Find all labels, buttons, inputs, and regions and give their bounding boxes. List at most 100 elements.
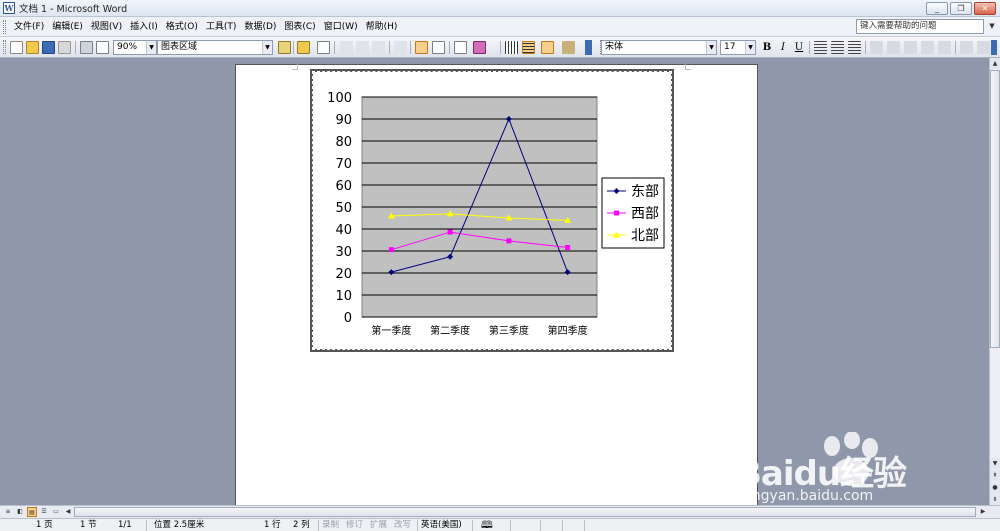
data-point-marker	[447, 229, 453, 235]
scroll-right-icon[interactable]: ▶	[978, 507, 988, 517]
menu-insert[interactable]: 插入(I)	[126, 19, 162, 35]
legend-button[interactable]	[540, 40, 555, 55]
chevron-down-icon[interactable]: ▼	[706, 41, 716, 54]
value-axis-gridlines-button[interactable]	[521, 40, 536, 55]
toolbar-separator	[75, 41, 76, 54]
copy-button[interactable]	[355, 40, 370, 55]
toolbar-separator	[410, 41, 411, 54]
percent-style-button[interactable]	[886, 40, 901, 55]
menu-tools[interactable]: 工具(T)	[202, 19, 241, 35]
print-button[interactable]	[79, 40, 94, 55]
category-axis-gridlines-button[interactable]	[504, 40, 519, 55]
toolbar-options-button[interactable]	[585, 40, 594, 55]
save-button[interactable]	[41, 40, 56, 55]
data-table-button[interactable]	[453, 40, 468, 55]
menu-edit[interactable]: 编辑(E)	[48, 19, 87, 35]
scroll-left-icon[interactable]: ◀	[63, 507, 73, 517]
zoom-select[interactable]: 90% ▼	[113, 40, 157, 55]
reading-layout-view-icon[interactable]: ▭	[51, 507, 61, 517]
comma-style-button[interactable]	[903, 40, 918, 55]
chart-type-button[interactable]	[472, 40, 498, 55]
more-buttons-button[interactable]	[991, 40, 999, 55]
menu-format[interactable]: 格式(O)	[162, 19, 202, 35]
datasheet-button[interactable]	[316, 40, 331, 55]
print-preview-button[interactable]	[95, 40, 110, 55]
font-size-select[interactable]: 17 ▼	[720, 40, 756, 55]
status-ext[interactable]: 扩展	[370, 520, 387, 531]
legend-label: 东部	[631, 184, 659, 200]
scroll-down-icon[interactable]: ▼	[990, 458, 1000, 469]
y-tick-label: 10	[335, 289, 352, 304]
menu-view[interactable]: 视图(V)	[87, 19, 126, 35]
status-separator	[540, 520, 541, 531]
close-button[interactable]: ✕	[974, 2, 996, 15]
vertical-scrollbar[interactable]: ▲ ▼ ⇞ ● ⇟	[989, 58, 1000, 505]
cut-button[interactable]	[339, 40, 354, 55]
decrease-decimal-button[interactable]	[937, 40, 952, 55]
previous-page-icon[interactable]: ⇞	[990, 470, 1000, 481]
toolbar-separator	[449, 41, 450, 54]
vertical-scroll-thumb[interactable]	[990, 70, 1000, 348]
align-right-button[interactable]	[847, 40, 862, 55]
by-row-button[interactable]	[414, 40, 429, 55]
menu-window[interactable]: 窗口(W)	[320, 19, 362, 35]
increase-decimal-button[interactable]	[920, 40, 935, 55]
status-language[interactable]: 英语(美国)	[421, 520, 462, 531]
restore-button[interactable]: ❐	[950, 2, 972, 15]
y-tick-label: 40	[335, 223, 352, 238]
horizontal-scroll-thumb[interactable]	[74, 507, 976, 517]
currency-icon	[870, 41, 883, 54]
italic-button[interactable]: I	[776, 40, 790, 55]
status-rec[interactable]: 录制	[322, 520, 339, 531]
angle-text-up-button[interactable]	[976, 40, 991, 55]
print-layout-view-icon[interactable]: ▤	[27, 507, 37, 517]
outline-view-icon[interactable]: ☰	[39, 507, 49, 517]
align-left-button[interactable]	[813, 40, 828, 55]
line-chart[interactable]: 0102030405060708090100 第一季度 第二季度 第三季度 第四季度 …	[313, 72, 671, 349]
status-ovr[interactable]: 改写	[394, 520, 411, 531]
toolbar-grip[interactable]	[3, 40, 6, 54]
spelling-check-icon[interactable]: 🕮	[481, 520, 493, 531]
web-layout-view-icon[interactable]: ◧	[15, 507, 25, 517]
menu-file[interactable]: 文件(F)	[10, 19, 48, 35]
import-file-button[interactable]	[296, 40, 311, 55]
chart-objects-select[interactable]: 图表区域 ▼	[157, 40, 273, 55]
bold-button[interactable]: B	[760, 40, 774, 55]
font-size-value: 17	[724, 42, 736, 52]
menubar-grip[interactable]	[3, 19, 6, 34]
vertical-gridlines-icon	[505, 41, 518, 54]
normal-view-icon[interactable]: ≡	[3, 507, 13, 517]
by-column-button[interactable]	[431, 40, 446, 55]
currency-style-button[interactable]	[869, 40, 884, 55]
toolbar-separator	[334, 41, 335, 54]
font-name-select[interactable]: 宋体 ▼	[601, 40, 717, 55]
minimize-button[interactable]: _	[926, 2, 948, 15]
help-dropdown-icon[interactable]: ▼	[987, 20, 997, 32]
angle-text-button[interactable]	[959, 40, 974, 55]
chevron-down-icon[interactable]: ▼	[262, 41, 272, 54]
undo-button[interactable]	[393, 40, 408, 55]
open-button[interactable]	[25, 40, 40, 55]
status-trk[interactable]: 修订	[346, 520, 363, 531]
chevron-down-icon[interactable]: ▼	[745, 41, 755, 54]
underline-button[interactable]: U	[792, 40, 806, 55]
word-app-icon[interactable]: W	[3, 2, 15, 14]
format-chart-area-button[interactable]	[277, 40, 292, 55]
paste-button[interactable]	[371, 40, 386, 55]
status-separator	[472, 520, 473, 531]
menu-data[interactable]: 数据(D)	[240, 19, 280, 35]
embedded-chart-frame[interactable]: 0 10 20 30 40 50 60 70 80 90 100 第一季度 第二季度 第三季度 第四季度 …	[310, 69, 674, 352]
select-browse-object-icon[interactable]: ●	[990, 482, 1000, 493]
menu-help[interactable]: 帮助(H)	[362, 19, 402, 35]
next-page-icon[interactable]: ⇟	[990, 494, 1000, 505]
chevron-down-icon[interactable]: ▼	[146, 41, 156, 54]
permission-button[interactable]	[57, 40, 72, 55]
scroll-up-icon[interactable]: ▲	[990, 58, 1000, 69]
x-tick-label: 第一季度	[371, 324, 411, 337]
drawing-button[interactable]	[561, 40, 576, 55]
new-document-button[interactable]	[9, 40, 24, 55]
horizontal-scrollbar[interactable]: ≡ ◧ ▤ ☰ ▭ ◀ ▶	[0, 505, 1000, 518]
center-button[interactable]	[830, 40, 845, 55]
help-search-input[interactable]: 键入需要帮助的问题	[856, 19, 984, 34]
menu-chart[interactable]: 图表(C)	[280, 19, 319, 35]
